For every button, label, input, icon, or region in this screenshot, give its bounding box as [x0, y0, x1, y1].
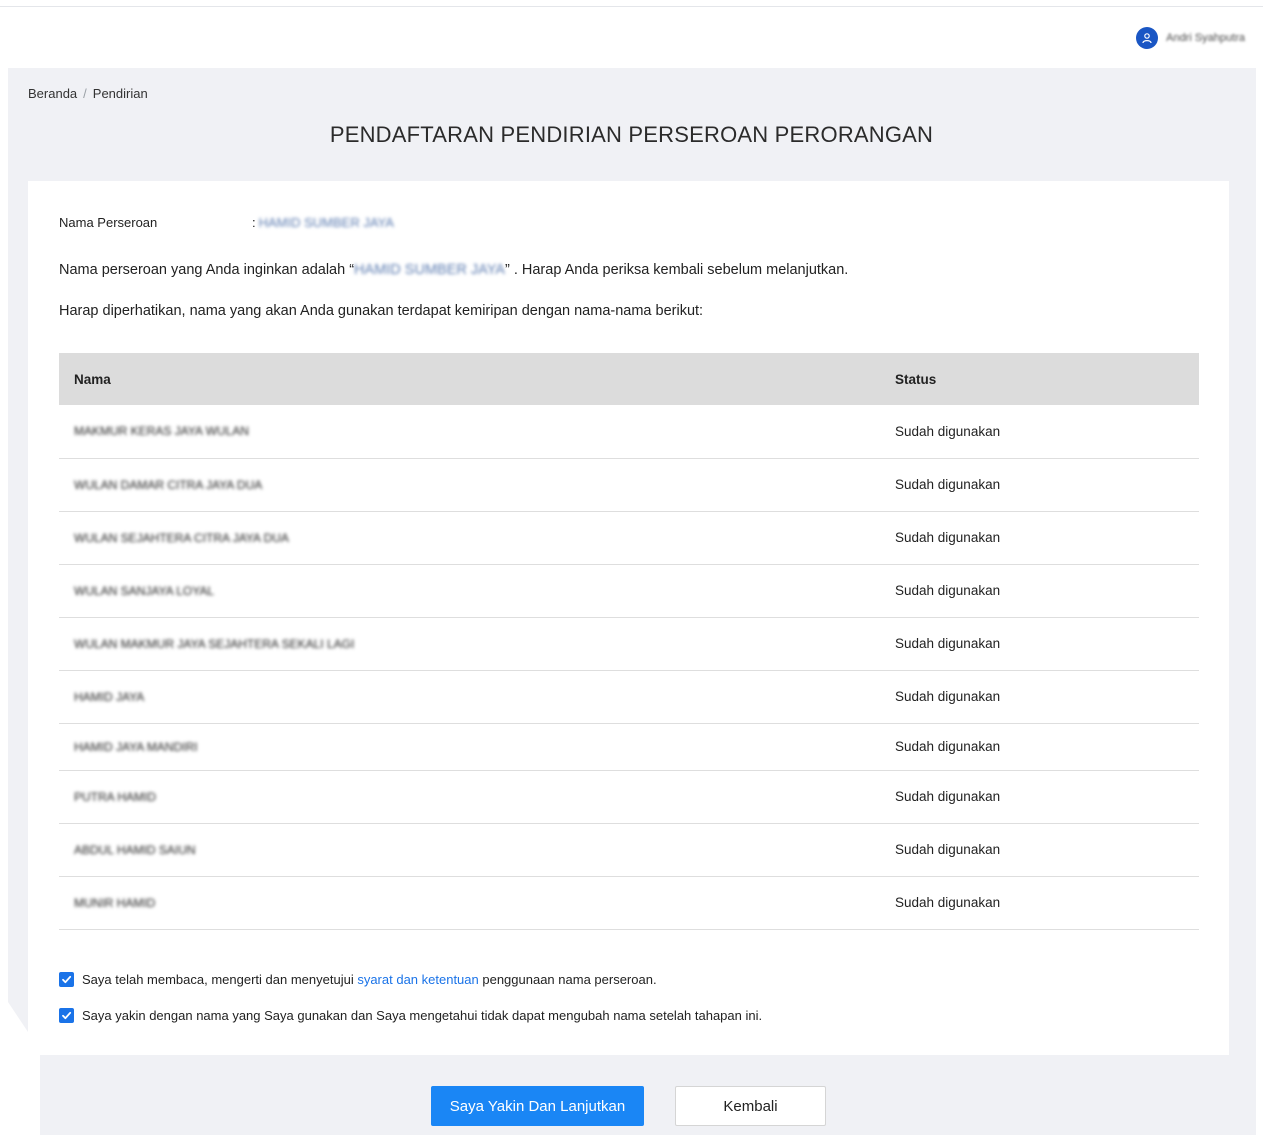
top-bar: Andri Syahputra [0, 7, 1263, 68]
company-name-separator: : [252, 215, 256, 230]
company-name-row: Nama Perseroan : HAMID SUMBER JAYA [59, 215, 394, 230]
table-row: HAMID JAYA Sudah digunakan [59, 670, 1199, 724]
breadcrumb: Beranda / Pendirian [28, 86, 148, 101]
row-name: MUNIR HAMID [59, 876, 885, 930]
table-row: ABDUL HAMID SAIUN Sudah digunakan [59, 823, 1199, 877]
row-status: Sudah digunakan [885, 511, 1199, 565]
checkmark-icon [62, 1011, 72, 1019]
row-status: Sudah digunakan [885, 723, 1199, 771]
row-status: Sudah digunakan [885, 670, 1199, 724]
table-row: HAMID JAYA MANDIRI Sudah digunakan [59, 723, 1199, 771]
row-name: MAKMUR KERAS JAYA WULAN [59, 405, 885, 459]
user-name[interactable]: Andri Syahputra [1166, 32, 1245, 44]
confirmation-company-name: HAMID SUMBER JAYA [354, 262, 505, 278]
row-name: WULAN DAMAR CITRA JAYA DUA [59, 458, 885, 512]
confirmation-prefix: Nama perseroan yang Anda inginkan adalah… [59, 262, 355, 278]
terms-checkbox[interactable] [59, 971, 74, 987]
table-row: WULAN MAKMUR JAYA SEJAHTERA SEKALI LAGI … [59, 617, 1199, 671]
row-status: Sudah digunakan [885, 405, 1199, 459]
terms-link[interactable]: syarat dan ketentuan [357, 972, 478, 987]
column-header-name: Nama [59, 353, 885, 405]
row-status: Sudah digunakan [885, 876, 1199, 930]
user-menu[interactable]: Andri Syahputra [1136, 27, 1245, 49]
back-button[interactable]: Kembali [675, 1086, 826, 1126]
row-name: ABDUL HAMID SAIUN [59, 823, 885, 877]
table-header-row: Nama Status [59, 353, 1199, 405]
confirmation-message: Nama perseroan yang Anda inginkan adalah… [59, 262, 848, 278]
page-title: PENDAFTARAN PENDIRIAN PERSEROAN PERORANG… [329, 122, 934, 147]
row-status: Sudah digunakan [885, 617, 1199, 671]
row-name: WULAN SANJAYA LOYAL [59, 564, 885, 618]
table-row: PUTRA HAMID Sudah digunakan [59, 770, 1199, 824]
breadcrumb-separator: / [83, 86, 87, 101]
agreement-checks: Saya telah membaca, mengerti dan menyetu… [59, 969, 762, 1025]
row-name: WULAN MAKMUR JAYA SEJAHTERA SEKALI LAGI [59, 617, 885, 671]
confirmation-suffix: ” . Harap Anda periksa kembali sebelum m… [504, 262, 849, 278]
breadcrumb-current: Pendirian [92, 86, 148, 101]
row-name: HAMID JAYA [59, 670, 885, 724]
user-icon[interactable] [1136, 27, 1159, 49]
company-name-label: Nama Perseroan [59, 215, 158, 230]
row-status: Sudah digunakan [885, 823, 1199, 877]
table-row: WULAN SEJAHTERA CITRA JAYA DUA Sudah dig… [59, 511, 1199, 565]
row-name: WULAN SEJAHTERA CITRA JAYA DUA [59, 511, 885, 565]
similarity-note: Harap diperhatikan, nama yang akan Anda … [59, 303, 704, 319]
certainty-checkbox[interactable] [59, 1007, 74, 1023]
breadcrumb-home-link[interactable]: Beranda [28, 86, 77, 101]
form-card: Nama Perseroan : HAMID SUMBER JAYA Nama … [28, 181, 1229, 1055]
table-row: WULAN SANJAYA LOYAL Sudah digunakan [59, 564, 1199, 618]
table-row: WULAN DAMAR CITRA JAYA DUA Sudah digunak… [59, 458, 1199, 512]
row-name: PUTRA HAMID [59, 770, 885, 824]
terms-prefix: Saya telah membaca, mengerti dan menyetu… [82, 971, 358, 987]
continue-button[interactable]: Saya Yakin Dan Lanjutkan [431, 1086, 644, 1126]
decorative-corner-shape [0, 990, 40, 1135]
row-status: Sudah digunakan [885, 770, 1199, 824]
company-name-value: HAMID SUMBER JAYA [258, 215, 394, 230]
checkmark-icon [62, 975, 72, 983]
table-row: MAKMUR KERAS JAYA WULAN Sudah digunakan [59, 405, 1199, 459]
column-header-status: Status [885, 353, 1199, 405]
certainty-label: Saya yakin dengan nama yang Saya gunakan… [82, 1007, 763, 1023]
similar-names-table: Nama Status MAKMUR KERAS JAYA WULAN Suda… [59, 353, 1199, 930]
row-status: Sudah digunakan [885, 564, 1199, 618]
row-status: Sudah digunakan [885, 458, 1199, 512]
terms-agreement-row: Saya telah membaca, mengerti dan menyetu… [59, 969, 762, 989]
table-row: MUNIR HAMID Sudah digunakan [59, 876, 1199, 930]
terms-label: Saya telah membaca, mengerti dan menyetu… [82, 972, 657, 987]
terms-suffix: penggunaan nama perseroan. [478, 971, 657, 987]
certainty-agreement-row: Saya yakin dengan nama yang Saya gunakan… [59, 1005, 762, 1025]
row-name: HAMID JAYA MANDIRI [59, 723, 885, 771]
